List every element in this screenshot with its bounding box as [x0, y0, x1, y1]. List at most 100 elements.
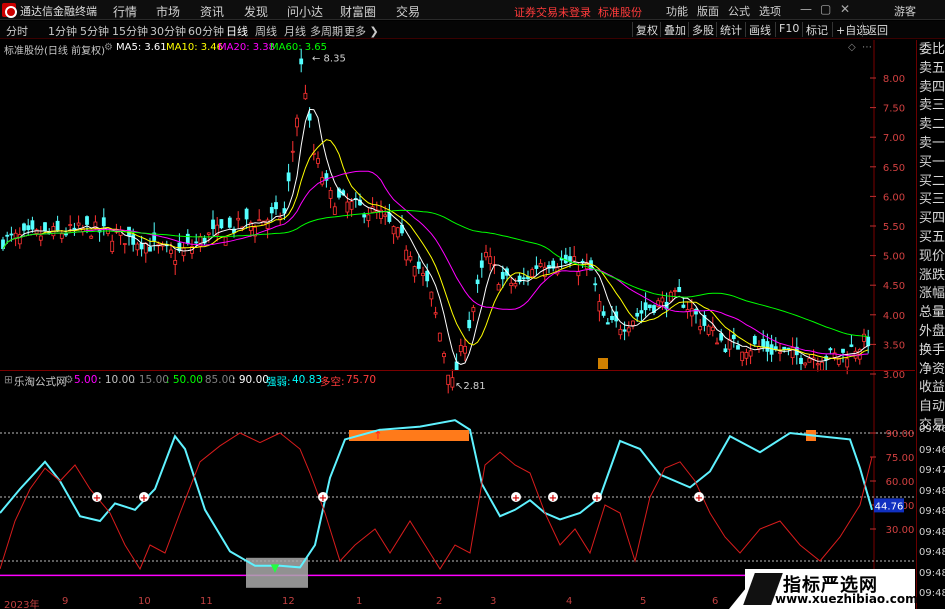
- candle-body: [475, 279, 480, 285]
- event-marker-icon[interactable]: [598, 358, 608, 369]
- candle-body: [328, 190, 333, 199]
- period-3[interactable]: 15分钟: [112, 23, 148, 39]
- candle-body: [723, 348, 728, 353]
- period-7[interactable]: 周线: [255, 23, 277, 39]
- date-tick-8: 4: [566, 596, 573, 607]
- candle-body: [479, 260, 484, 268]
- quote-row-16[interactable]: 换手: [919, 343, 945, 359]
- candle-body: [404, 249, 409, 261]
- toolbar-btn-8[interactable]: 返回: [862, 22, 891, 37]
- ma5-label: MA5: 3.61: [116, 42, 167, 53]
- candle-body: [64, 233, 68, 236]
- multi-value: 75.70: [346, 374, 377, 386]
- user-guest[interactable]: 游客: [894, 3, 916, 19]
- toolbar-btn-4[interactable]: 画线: [745, 22, 774, 37]
- quote-row-17[interactable]: 净资: [919, 362, 945, 378]
- kline-chart[interactable]: 8.00 7.50 7.00 6.50 6.00 5.50 5.00 4.50 4.00 3.50…: [0, 40, 945, 609]
- quote-row-0[interactable]: 委比: [919, 42, 945, 58]
- quote-side-panel: 委比卖五卖四卖三卖二卖一买一买二买三买四买五现价涨跌涨幅总量外盘换手净资收益自动…: [916, 40, 945, 609]
- period-6[interactable]: 日线: [226, 23, 248, 39]
- ind-axis-label: 60.00: [886, 477, 915, 488]
- date-tick-6: 2: [436, 596, 443, 607]
- diamond-icon[interactable]: ◇: [848, 42, 856, 53]
- menu-zixun[interactable]: 资讯: [200, 3, 224, 20]
- price-axis-label: 6.50: [883, 163, 905, 174]
- price-axis-label: 5.50: [883, 222, 905, 233]
- menu-hangqing[interactable]: 行情: [113, 3, 137, 20]
- period-0[interactable]: 分时: [6, 23, 28, 39]
- candle-body: [290, 150, 295, 153]
- period-5[interactable]: 60分钟: [188, 23, 224, 39]
- period-9[interactable]: 多周期: [310, 23, 343, 39]
- toolbar-btn-6[interactable]: 标记: [802, 22, 831, 37]
- quote-row-8[interactable]: 买三: [919, 192, 945, 208]
- candle-body: [223, 236, 228, 246]
- candle-body: [715, 342, 719, 345]
- menu-wenxiaoda[interactable]: 问小达: [287, 3, 323, 20]
- quote-row-18[interactable]: 收益: [919, 380, 945, 396]
- quote-row-14[interactable]: 总量: [919, 305, 945, 321]
- candle-body: [332, 206, 337, 215]
- menu-gongneng[interactable]: 功能: [666, 3, 688, 19]
- menu-jiaoyi[interactable]: 交易: [396, 3, 420, 20]
- signal-plus-glyph: +: [512, 493, 520, 504]
- candle-body: [698, 326, 703, 331]
- menu-xuanxiang[interactable]: 选项: [759, 3, 781, 19]
- quote-row-13[interactable]: 涨幅: [919, 286, 945, 302]
- candle-body: [484, 252, 488, 258]
- candle-body: [660, 297, 665, 303]
- toolbar-btn-5[interactable]: F10: [775, 22, 802, 37]
- terminal-window: 通达信金融终端 行情 市场 资讯 发现 问小达 财富圈 交易 证券交易未登录 标…: [0, 0, 945, 609]
- restore-icon[interactable]: ▢: [820, 2, 831, 16]
- toolbar-btn-3[interactable]: 统计: [716, 22, 745, 37]
- toolbar-btn-1[interactable]: 叠加: [660, 22, 689, 37]
- candle-body: [9, 233, 14, 236]
- quote-row-12[interactable]: 涨跌: [919, 268, 945, 284]
- expand-icon[interactable]: ⊞: [4, 374, 13, 386]
- candle-body: [269, 207, 274, 214]
- minimize-icon[interactable]: —: [800, 2, 812, 16]
- candle-body: [849, 344, 854, 347]
- quote-row-7[interactable]: 买二: [919, 174, 945, 190]
- indicator-settings-icon[interactable]: ⚙: [64, 374, 73, 386]
- quote-row-11[interactable]: 现价: [919, 249, 945, 265]
- quote-row-6[interactable]: 买一: [919, 155, 945, 171]
- menu-shichang[interactable]: 市场: [156, 3, 180, 20]
- quote-row-10[interactable]: 买五: [919, 230, 945, 246]
- more-icon[interactable]: ⋯: [862, 42, 872, 53]
- period-8[interactable]: 月线: [284, 23, 306, 39]
- toolbar-btn-0[interactable]: 复权: [632, 22, 661, 37]
- period-1[interactable]: 1分钟: [48, 23, 77, 39]
- candle-body: [5, 234, 10, 237]
- period-2[interactable]: 5分钟: [80, 23, 109, 39]
- candle-body: [568, 256, 572, 262]
- menu-gongshi[interactable]: 公式: [728, 3, 750, 19]
- candle-body: [295, 117, 299, 128]
- candle-body: [610, 316, 614, 320]
- close-icon[interactable]: ✕: [840, 2, 850, 16]
- menu-faxian[interactable]: 发现: [244, 3, 268, 20]
- candle-body: [862, 333, 866, 342]
- candle-body: [593, 283, 598, 286]
- menu-banmian[interactable]: 版面: [697, 3, 719, 19]
- period-4[interactable]: 30分钟: [150, 23, 186, 39]
- watermark-banner: 指标严选网 www.xuezhibiao.com: [743, 569, 918, 609]
- quote-row-9[interactable]: 买四: [919, 211, 945, 227]
- toolbar-btn-2[interactable]: 多股: [688, 22, 717, 37]
- quote-row-5[interactable]: 卖一: [919, 136, 945, 152]
- candle-body: [227, 217, 232, 228]
- quote-row-4[interactable]: 卖二: [919, 117, 945, 133]
- quote-row-15[interactable]: 外盘: [919, 324, 945, 340]
- candle-body: [173, 260, 178, 265]
- settings-icon[interactable]: ⚙: [104, 42, 113, 53]
- param-1: 5.00: [74, 374, 98, 386]
- quote-row-19[interactable]: 自动: [919, 399, 945, 415]
- candle-body: [689, 308, 694, 317]
- quote-row-1[interactable]: 卖五: [919, 61, 945, 77]
- period-10[interactable]: 更多 ❯: [344, 23, 379, 39]
- quote-row-2[interactable]: 卖四: [919, 80, 945, 96]
- candle-body: [706, 325, 711, 335]
- menu-caifuquan[interactable]: 财富圈: [340, 3, 376, 20]
- quote-row-3[interactable]: 卖三: [919, 98, 945, 114]
- candle-body: [534, 265, 539, 269]
